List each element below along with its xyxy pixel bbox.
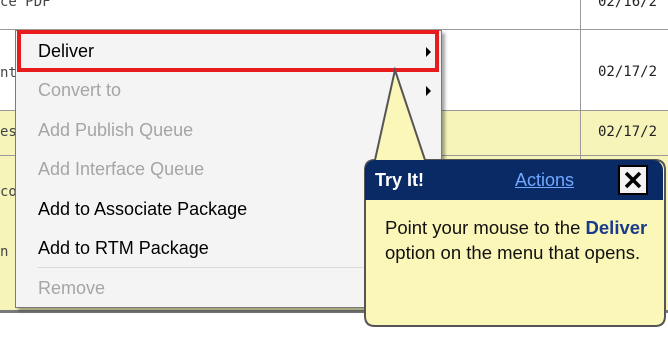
callout-text: Point your mouse to the bbox=[385, 217, 586, 238]
close-icon bbox=[624, 171, 642, 189]
callout-header: Try It! Actions bbox=[365, 160, 663, 200]
callout-emphasis: Deliver bbox=[585, 217, 648, 238]
actions-link[interactable]: Actions bbox=[515, 160, 574, 200]
close-button[interactable] bbox=[618, 165, 648, 195]
callout-instructions: Point your mouse to the Deliver option o… bbox=[385, 215, 655, 265]
callout-title: Try It! bbox=[375, 170, 425, 190]
callout-text: option on the menu that opens. bbox=[385, 242, 641, 263]
